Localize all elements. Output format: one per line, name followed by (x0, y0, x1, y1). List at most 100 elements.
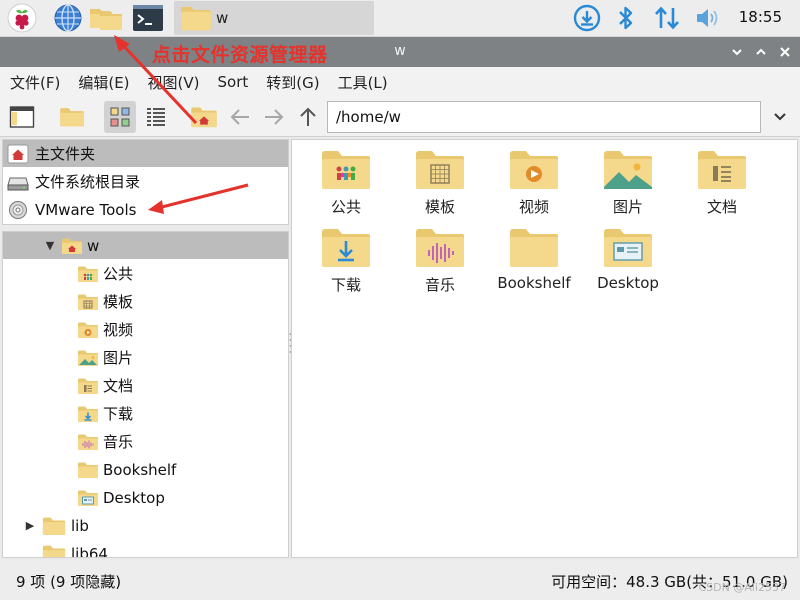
music-folder-icon (415, 226, 465, 268)
folder-icon (41, 516, 67, 536)
taskbar: w 18:55 (0, 0, 800, 37)
tree-item-lib64[interactable]: lib64 (23, 540, 108, 558)
watermark: CSDN @Ali2537 (698, 581, 787, 594)
place-home-label: 主文件夹 (35, 145, 96, 163)
tree-item-templates[interactable]: 模板 (77, 288, 133, 315)
videos-folder-icon (509, 148, 559, 190)
place-filesystem-root[interactable]: 文件系统根目录 (3, 168, 288, 195)
toolbar (0, 97, 800, 137)
file-item-documents[interactable]: 文档 (676, 148, 768, 226)
folder-icon (509, 226, 559, 268)
public-folder-icon (321, 148, 371, 190)
update-download-icon[interactable] (572, 3, 602, 33)
minimize-icon[interactable] (728, 43, 746, 61)
tree-item-label: 模板 (103, 293, 134, 311)
place-filesystem-root-label: 文件系统根目录 (35, 173, 141, 191)
forward-arrow-icon[interactable] (258, 101, 290, 133)
close-icon[interactable] (776, 43, 794, 61)
hard-drive-icon (7, 177, 29, 190)
tree-item-label: 图片 (103, 349, 134, 367)
menu-go[interactable]: 转到(G) (266, 72, 319, 93)
bluetooth-icon[interactable] (614, 3, 638, 33)
tree-item-label: 音乐 (103, 433, 134, 451)
tree-item-label: lib64 (71, 544, 108, 558)
file-item-label: 图片 (612, 198, 643, 216)
file-item-videos[interactable]: 视频 (488, 148, 580, 226)
expander-closed-icon[interactable] (23, 547, 37, 558)
back-arrow-icon[interactable] (224, 101, 256, 133)
maximize-icon[interactable] (752, 43, 770, 61)
raspberry-menu-icon[interactable] (4, 2, 40, 34)
taskbar-window-button[interactable]: w (174, 1, 374, 35)
file-item-label: Bookshelf (497, 274, 571, 292)
place-vmware-tools[interactable]: VMware Tools (3, 196, 288, 223)
tree-item-desktop[interactable]: Desktop (77, 484, 165, 511)
window-title: w (394, 43, 406, 59)
status-bar: 9 项 (9 项隐藏) 可用空间：48.3 GB(共：51.0 GB) CSDN… (0, 560, 800, 600)
tree-item-downloads[interactable]: 下载 (77, 400, 133, 427)
desktop-folder-icon (603, 226, 653, 268)
tree-item-home[interactable]: ▼ w (3, 232, 288, 259)
places-pane: 主文件夹 文件系统根目录 VMware Tools (2, 139, 289, 225)
file-item-label: 视频 (518, 198, 549, 216)
file-item-bookshelf[interactable]: Bookshelf (488, 226, 580, 304)
downloads-folder-icon (321, 226, 371, 268)
file-item-pictures[interactable]: 图片 (582, 148, 674, 226)
browser-globe-icon[interactable] (50, 2, 86, 34)
place-home[interactable]: 主文件夹 (3, 140, 288, 167)
file-item-label: 下载 (330, 276, 361, 294)
tree-item-bookshelf[interactable]: Bookshelf (77, 456, 176, 483)
documents-folder-icon (697, 148, 747, 190)
icon-view-icon[interactable] (104, 101, 136, 133)
file-item-label: 模板 (424, 198, 455, 216)
menu-tools[interactable]: 工具(L) (338, 72, 388, 93)
tree-item-public[interactable]: 公共 (77, 260, 133, 287)
tree-item-label: 下载 (103, 405, 134, 423)
tree-item-label: lib (71, 516, 89, 535)
file-item-desktop[interactable]: Desktop (582, 226, 674, 304)
menubar: 文件(F) 编辑(E) 视图(V) Sort 转到(G) 工具(L) (0, 67, 800, 97)
volume-icon[interactable] (692, 3, 722, 33)
file-manager-icon[interactable] (88, 2, 124, 34)
network-arrows-icon[interactable] (652, 3, 682, 33)
file-item-music[interactable]: 音乐 (394, 226, 486, 304)
file-item-label: 音乐 (424, 276, 455, 294)
terminal-icon[interactable] (130, 2, 166, 34)
expander-open-icon[interactable]: ▼ (43, 239, 57, 253)
home-icon (7, 144, 29, 163)
tree-item-pictures[interactable]: 图片 (77, 344, 133, 371)
taskbar-window-label: w (216, 9, 229, 27)
home-folder-icon[interactable] (188, 101, 220, 133)
file-item-public[interactable]: 公共 (300, 148, 392, 226)
tree-item-label: 文档 (103, 377, 134, 395)
new-folder-icon[interactable] (56, 101, 88, 133)
up-arrow-icon[interactable] (292, 101, 324, 133)
file-item-downloads[interactable]: 下载 (300, 226, 392, 304)
templates-folder-icon (77, 293, 99, 311)
file-item-templates[interactable]: 模板 (394, 148, 486, 226)
expander-closed-icon[interactable]: ▶ (23, 519, 37, 533)
templates-folder-icon (415, 148, 465, 190)
menu-view[interactable]: 视图(V) (148, 72, 200, 93)
public-folder-icon (77, 265, 99, 283)
tree-item-videos[interactable]: 视频 (77, 316, 133, 343)
menu-sort[interactable]: Sort (218, 73, 249, 91)
path-history-dropdown-icon[interactable] (770, 107, 790, 127)
music-folder-icon (77, 433, 99, 451)
new-window-icon[interactable] (6, 101, 38, 133)
tree-item-documents[interactable]: 文档 (77, 372, 133, 399)
list-view-icon[interactable] (140, 101, 172, 133)
annotation-label: 点击文件资源管理器 (152, 44, 328, 66)
documents-folder-icon (77, 377, 99, 395)
menu-file[interactable]: 文件(F) (10, 72, 60, 93)
folder-icon (77, 461, 99, 479)
file-icon-view: 公共 模板 视频 图片 文档 下载 音乐 Bookshelf Desktop (291, 139, 798, 558)
place-vmware-tools-label: VMware Tools (35, 200, 137, 219)
path-input[interactable] (327, 101, 761, 133)
tree-item-lib[interactable]: ▶ lib (23, 512, 89, 539)
menu-edit[interactable]: 编辑(E) (78, 72, 129, 93)
window-titlebar[interactable]: w (0, 37, 800, 67)
clock[interactable]: 18:55 (739, 8, 782, 26)
tree-item-label: 公共 (103, 265, 134, 283)
tree-item-music[interactable]: 音乐 (77, 428, 133, 455)
